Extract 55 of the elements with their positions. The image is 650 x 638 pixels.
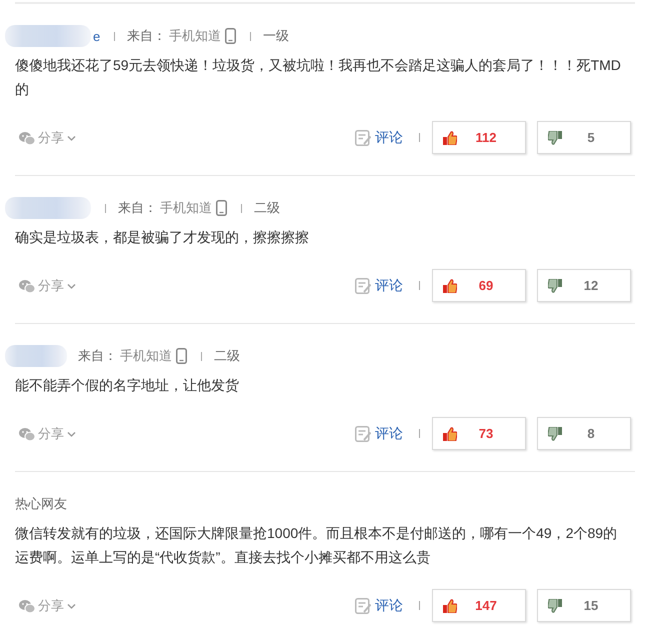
thumbs-down-icon: [548, 426, 562, 440]
dislike-button[interactable]: 8: [537, 417, 631, 450]
author-name: 热心网友: [15, 495, 67, 513]
comment-text: 能不能弄个假的名字地址，让他发货: [15, 376, 240, 395]
phone-icon: [176, 348, 187, 364]
source-label: 来自：: [127, 27, 166, 45]
comment-text: 傻傻地我还花了59元去领快递！垃圾货，又被坑啦！我再也不会踏足这骗人的套局了！！！死TMD的: [15, 56, 622, 99]
chat-bubbles-icon: [19, 426, 35, 440]
dislike-button[interactable]: 5: [537, 121, 631, 154]
chevron-down-icon: [67, 134, 76, 140]
source-label: 来自：: [78, 347, 117, 365]
chevron-down-icon: [67, 430, 76, 436]
thumbs-down-icon: [548, 278, 562, 292]
blurred-username: [5, 345, 67, 367]
like-button[interactable]: 147: [432, 589, 526, 622]
chat-bubbles-icon: [19, 598, 35, 612]
dislike-button[interactable]: 15: [537, 589, 631, 622]
user-level: 二级: [254, 199, 280, 217]
user-level: 二级: [214, 347, 240, 365]
chat-bubbles-icon: [19, 278, 35, 292]
thumbs-up-icon: [443, 426, 457, 440]
chat-bubbles-icon: [19, 130, 35, 144]
share-button[interactable]: 分享: [15, 276, 76, 294]
comment-link[interactable]: 评论: [355, 128, 403, 146]
source-link[interactable]: 手机知道: [169, 27, 222, 45]
comment-link[interactable]: 评论: [355, 596, 403, 614]
thumbs-down-icon: [548, 598, 562, 612]
like-button[interactable]: 112: [432, 121, 526, 154]
chevron-down-icon: [67, 602, 76, 608]
dislike-button[interactable]: 12: [537, 269, 631, 302]
thumbs-up-icon: [443, 130, 457, 144]
source-link[interactable]: 手机知道: [160, 199, 212, 217]
comment-link[interactable]: 评论: [355, 276, 403, 294]
thumbs-up-icon: [443, 598, 457, 612]
comment-text: 微信转发就有的垃圾，还国际大牌限量抢1000件。而且根本不是付邮送的，哪有一个49，2个89的运费啊。运单上写的是“代收货款”。直接去找个小摊买都不用这么贵: [15, 524, 618, 567]
note-pencil-icon: [355, 130, 371, 146]
comment-text: 确实是垃圾表，都是被骗了才发现的，擦擦擦擦: [15, 228, 310, 247]
like-button[interactable]: 69: [432, 269, 526, 302]
source-label: 来自：: [118, 199, 157, 217]
phone-icon: [225, 28, 236, 44]
share-button[interactable]: 分享: [15, 596, 76, 614]
user-level: 一级: [263, 27, 290, 45]
like-button[interactable]: 73: [432, 417, 526, 450]
thumbs-down-icon: [548, 130, 562, 144]
comment-link[interactable]: 评论: [355, 424, 403, 442]
thumbs-up-icon: [443, 278, 457, 292]
username-link[interactable]: e: [93, 28, 100, 44]
chevron-down-icon: [67, 282, 76, 288]
note-pencil-icon: [355, 426, 371, 442]
share-button[interactable]: 分享: [15, 128, 76, 146]
note-pencil-icon: [355, 278, 371, 294]
share-button[interactable]: 分享: [15, 424, 76, 442]
phone-icon: [216, 200, 227, 216]
note-pencil-icon: [355, 598, 371, 614]
source-link[interactable]: 手机知道: [120, 347, 172, 365]
